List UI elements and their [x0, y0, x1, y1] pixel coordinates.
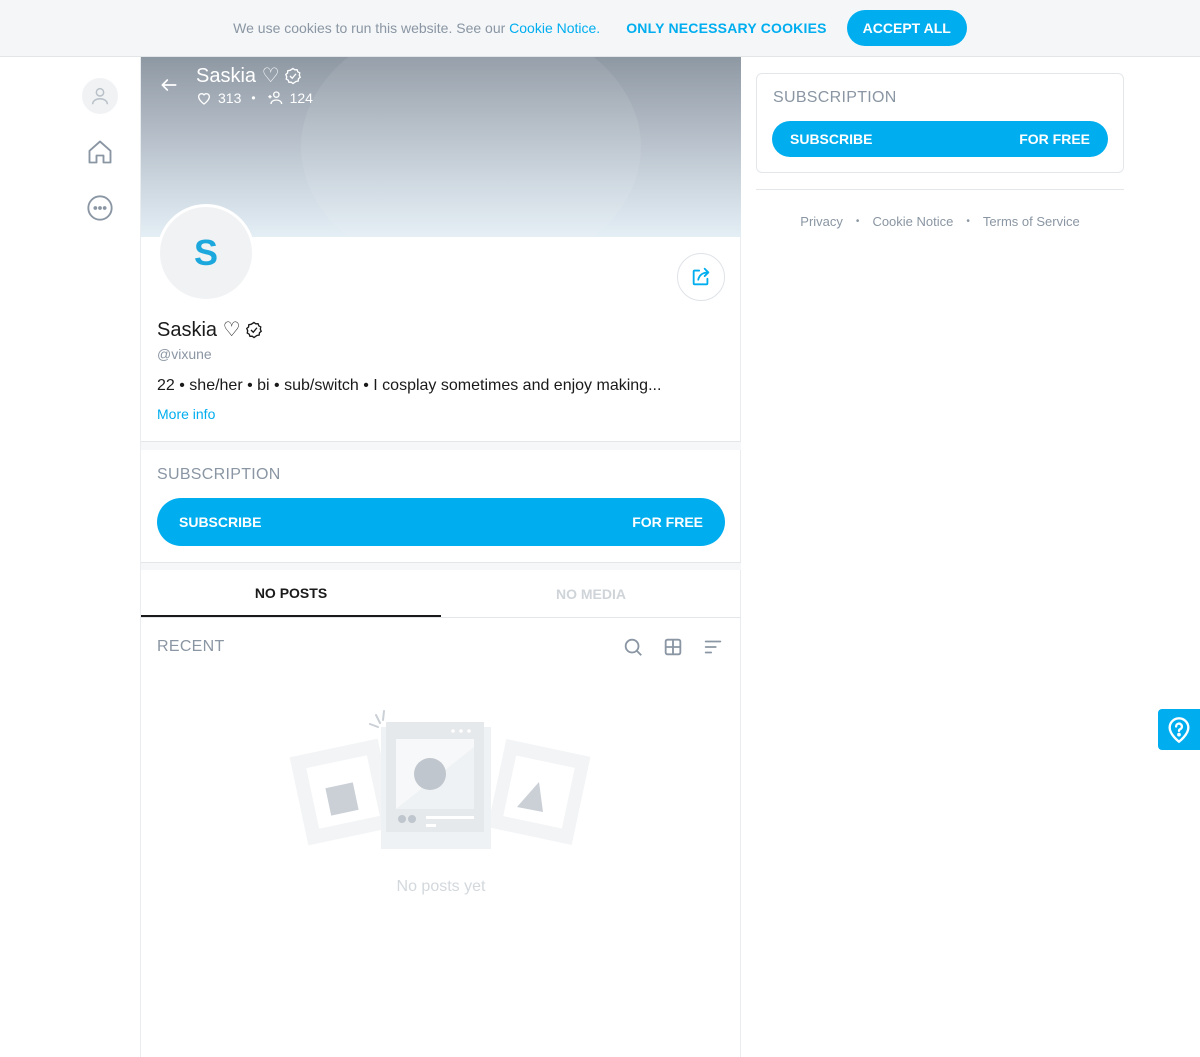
help-icon — [1168, 716, 1190, 743]
profile-bio: 22 • she/her • bi • sub/switch • I cospl… — [157, 377, 662, 394]
profile-avatar[interactable]: S — [157, 204, 255, 302]
search-button[interactable] — [621, 635, 645, 659]
user-avatar-button[interactable] — [82, 78, 118, 114]
heart-icon — [197, 93, 211, 105]
accept-all-button[interactable]: ACCEPT ALL — [846, 10, 967, 46]
search-icon — [624, 638, 642, 656]
stats-separator: • — [251, 91, 256, 105]
fans-count: 124 — [289, 90, 313, 106]
price-label: FOR FREE — [1019, 131, 1090, 147]
help-button[interactable] — [1158, 709, 1200, 750]
cookie-notice-link[interactable]: Cookie Notice. — [509, 20, 600, 36]
sort-button[interactable] — [701, 635, 725, 659]
sort-icon — [704, 640, 722, 654]
cover-header: Saskia ♡ 313 • 124 — [157, 63, 313, 106]
avatar-initial: S — [193, 232, 218, 273]
share-button[interactable] — [677, 253, 725, 301]
footer-separator: • — [966, 216, 970, 227]
profile-handle: @vixune — [157, 346, 212, 362]
cookie-text: We use cookies to run this website. See … — [233, 20, 600, 36]
home-button[interactable] — [80, 134, 120, 170]
price-label: FOR FREE — [632, 514, 703, 530]
content-tabs: NO POSTS NO MEDIA — [141, 570, 741, 618]
footer-separator: • — [855, 216, 860, 227]
profile-column: Saskia ♡ 313 • 124 S Saskia ♡ @vixune 22… — [140, 57, 741, 1057]
subscription-card: SUBSCRIPTION SUBSCRIBE FOR FREE — [756, 73, 1124, 173]
cookie-message: We use cookies to run this website. See … — [233, 20, 510, 36]
section-divider — [141, 441, 741, 450]
verified-icon — [284, 67, 301, 84]
tab-media[interactable]: NO MEDIA — [441, 570, 741, 617]
feed-toolbar: RECENT — [157, 635, 725, 659]
left-nav — [80, 78, 120, 246]
back-button[interactable] — [157, 73, 181, 97]
more-button[interactable] — [80, 190, 120, 226]
fans-icon — [267, 91, 282, 105]
home-icon — [88, 140, 112, 164]
more-info-link[interactable]: More info — [157, 406, 215, 422]
cookie-notice-footer-link[interactable]: Cookie Notice — [872, 214, 953, 229]
recent-label: RECENT — [157, 638, 225, 655]
empty-posts-text: No posts yet — [396, 878, 486, 895]
grid-icon — [664, 638, 682, 656]
subscribe-button[interactable]: SUBSCRIBE FOR FREE — [157, 498, 725, 546]
user-icon — [91, 87, 109, 105]
privacy-link[interactable]: Privacy — [800, 214, 843, 229]
subscribe-label: SUBSCRIBE — [179, 514, 262, 530]
subscribe-label: SUBSCRIBE — [790, 131, 873, 147]
footer-links: Privacy • Cookie Notice • Terms of Servi… — [756, 214, 1124, 229]
profile-name-text: Saskia ♡ — [157, 319, 241, 341]
sidebar-divider — [756, 189, 1124, 190]
section-divider — [141, 562, 741, 570]
subscription-title: SUBSCRIPTION — [773, 89, 897, 106]
likes-count: 313 — [218, 90, 242, 106]
feed-tools — [621, 635, 725, 659]
verified-icon — [245, 321, 262, 338]
grid-view-button[interactable] — [661, 635, 685, 659]
more-icon — [87, 195, 113, 221]
cover-name: Saskia ♡ — [196, 63, 313, 88]
subscription-title: SUBSCRIPTION — [157, 466, 281, 483]
arrow-left-icon — [161, 79, 177, 91]
subscribe-button-sidebar[interactable]: SUBSCRIBE FOR FREE — [772, 121, 1108, 157]
share-icon — [692, 267, 710, 286]
terms-link[interactable]: Terms of Service — [983, 214, 1080, 229]
cookie-banner: We use cookies to run this website. See … — [0, 0, 1200, 57]
profile-name: Saskia ♡ — [157, 317, 263, 342]
cover-stats: 313 • 124 — [196, 90, 313, 106]
tab-posts[interactable]: NO POSTS — [141, 570, 441, 617]
empty-posts-illustration — [289, 710, 591, 849]
only-necessary-cookies-button[interactable]: ONLY NECESSARY COOKIES — [626, 20, 826, 36]
cover-name-text: Saskia ♡ — [196, 65, 280, 87]
